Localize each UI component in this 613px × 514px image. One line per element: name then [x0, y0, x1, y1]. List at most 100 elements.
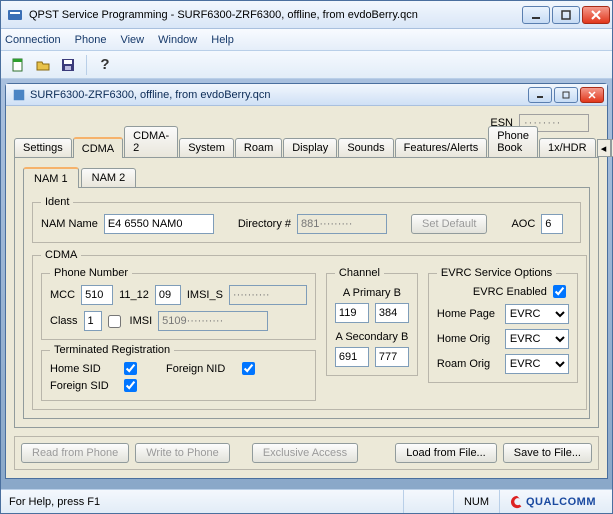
doc-restore-button[interactable]	[554, 87, 578, 103]
channel-group: Channel A Primary B A Secondary B	[326, 267, 418, 376]
aoc-label: AOC	[511, 218, 535, 230]
minimize-button[interactable]	[522, 6, 550, 24]
secondary-b-input[interactable]	[375, 347, 409, 367]
home-sid-label: Home SID	[50, 363, 118, 375]
tab-settings[interactable]: Settings	[14, 138, 72, 157]
status-num: NUM	[453, 490, 499, 513]
phone-number-group: Phone Number MCC 11_12 IMSI_S	[41, 267, 316, 340]
document-title: SURF6300-ZRF6300, offline, from evdoBerr…	[30, 89, 528, 101]
nam1-panel: Ident NAM Name Directory # Set Default	[23, 188, 590, 419]
tab-scroll-left-icon[interactable]: ◂	[597, 139, 611, 157]
imsis-label: IMSI_S	[187, 289, 223, 301]
foreign-nid-checkbox[interactable]	[242, 362, 255, 375]
evrc-enabled-checkbox[interactable]	[553, 285, 566, 298]
maximize-button[interactable]	[552, 6, 580, 24]
primary-a-input[interactable]	[335, 303, 369, 323]
statusbar: For Help, press F1 NUM QUALCOMM	[1, 489, 612, 513]
aoc-input[interactable]	[541, 214, 563, 234]
roam-orig-select[interactable]: EVRC	[505, 354, 569, 374]
mcc-input[interactable]	[81, 285, 113, 305]
new-file-icon[interactable]	[7, 54, 29, 76]
tab-phonebook[interactable]: Phone Book	[488, 126, 538, 157]
exclusive-access-button[interactable]: Exclusive Access	[252, 443, 358, 463]
tab-system[interactable]: System	[179, 138, 234, 157]
foreign-sid-checkbox[interactable]	[124, 379, 137, 392]
class-label: Class	[50, 315, 78, 327]
class-input[interactable]	[84, 311, 102, 331]
foreign-nid-label: Foreign NID	[166, 363, 236, 375]
evrc-group: EVRC Service Options EVRC Enabled Home P…	[428, 267, 578, 383]
imsi-input[interactable]	[158, 311, 268, 331]
save-to-file-button[interactable]: Save to File...	[503, 443, 592, 463]
menu-phone[interactable]: Phone	[75, 34, 107, 46]
home-sid-checkbox[interactable]	[124, 362, 137, 375]
phone-number-legend: Phone Number	[50, 267, 132, 279]
tab-nam2[interactable]: NAM 2	[81, 168, 137, 187]
app-icon	[7, 7, 23, 23]
nam-name-label: NAM Name	[41, 218, 98, 230]
primary-label: A Primary B	[335, 287, 409, 299]
tab-features[interactable]: Features/Alerts	[395, 138, 488, 157]
directory-input[interactable]	[297, 214, 387, 234]
window-title: QPST Service Programming - SURF6300-ZRF6…	[29, 9, 522, 21]
tab-hdr[interactable]: 1x/HDR	[539, 138, 596, 157]
document-titlebar: SURF6300-ZRF6300, offline, from evdoBerr…	[6, 84, 607, 106]
menu-connection[interactable]: Connection	[5, 34, 61, 46]
document-body: ESN ········ Settings CDMA CDMA-2 System…	[6, 106, 607, 478]
save-icon[interactable]	[57, 54, 79, 76]
ident-group: Ident NAM Name Directory # Set Default	[32, 196, 581, 243]
open-folder-icon[interactable]	[32, 54, 54, 76]
write-to-phone-button[interactable]: Write to Phone	[135, 443, 230, 463]
roam-orig-label: Roam Orig	[437, 358, 499, 370]
secondary-a-input[interactable]	[335, 347, 369, 367]
read-from-phone-button[interactable]: Read from Phone	[21, 443, 129, 463]
primary-b-input[interactable]	[375, 303, 409, 323]
tab-cdma2[interactable]: CDMA-2	[124, 126, 178, 157]
close-button[interactable]	[582, 6, 610, 24]
nam-name-input[interactable]	[104, 214, 214, 234]
imsi-label: IMSI	[130, 315, 153, 327]
doc-minimize-button[interactable]	[528, 87, 552, 103]
mcc-label: MCC	[50, 289, 75, 301]
m1112-input[interactable]	[155, 285, 181, 305]
action-bar: Read from Phone Write to Phone Exclusive…	[14, 436, 599, 470]
status-help: For Help, press F1	[7, 496, 403, 508]
main-tabstrip: Settings CDMA CDMA-2 System Roam Display…	[14, 136, 599, 158]
home-page-select[interactable]: EVRC	[505, 304, 569, 324]
menu-view[interactable]: View	[120, 34, 144, 46]
menu-help[interactable]: Help	[211, 34, 234, 46]
evrc-enabled-label: EVRC Enabled	[473, 286, 547, 298]
tab-sounds[interactable]: Sounds	[338, 138, 393, 157]
nam-tabstrip: NAM 1 NAM 2	[23, 166, 590, 188]
tab-cdma[interactable]: CDMA	[73, 137, 123, 158]
document-icon	[12, 88, 26, 102]
home-orig-select[interactable]: EVRC	[505, 329, 569, 349]
tab-display[interactable]: Display	[283, 138, 337, 157]
load-from-file-button[interactable]: Load from File...	[395, 443, 496, 463]
terminated-reg-legend: Terminated Registration	[50, 344, 174, 356]
home-page-label: Home Page	[437, 308, 499, 320]
doc-close-button[interactable]	[580, 87, 604, 103]
tab-roam[interactable]: Roam	[235, 138, 282, 157]
terminated-reg-group: Terminated Registration Home SID Foreign…	[41, 344, 316, 401]
imsis-input[interactable]	[229, 285, 307, 305]
menubar: Connection Phone View Window Help	[1, 29, 612, 51]
mdi-client: SURF6300-ZRF6300, offline, from evdoBerr…	[1, 79, 612, 489]
foreign-sid-label: Foreign SID	[50, 380, 118, 392]
qualcomm-logo: QUALCOMM	[510, 495, 596, 509]
help-icon[interactable]: ?	[94, 54, 116, 76]
document-window: SURF6300-ZRF6300, offline, from evdoBerr…	[5, 83, 608, 479]
app-window: QPST Service Programming - SURF6300-ZRF6…	[0, 0, 613, 514]
titlebar: QPST Service Programming - SURF6300-ZRF6…	[1, 1, 612, 29]
cdma-legend: CDMA	[41, 249, 81, 261]
toolbar: ?	[1, 51, 612, 79]
imsi-checkbox[interactable]	[108, 315, 121, 328]
m1112-label: 11_12	[119, 289, 149, 301]
cdma-panel: NAM 1 NAM 2 Ident NAM Name Directory #	[14, 158, 599, 428]
menu-window[interactable]: Window	[158, 34, 197, 46]
set-default-button[interactable]: Set Default	[411, 214, 487, 234]
ident-legend: Ident	[41, 196, 73, 208]
cdma-group: CDMA Phone Number MCC	[32, 249, 587, 410]
tab-nam1[interactable]: NAM 1	[23, 167, 79, 188]
channel-legend: Channel	[335, 267, 384, 279]
